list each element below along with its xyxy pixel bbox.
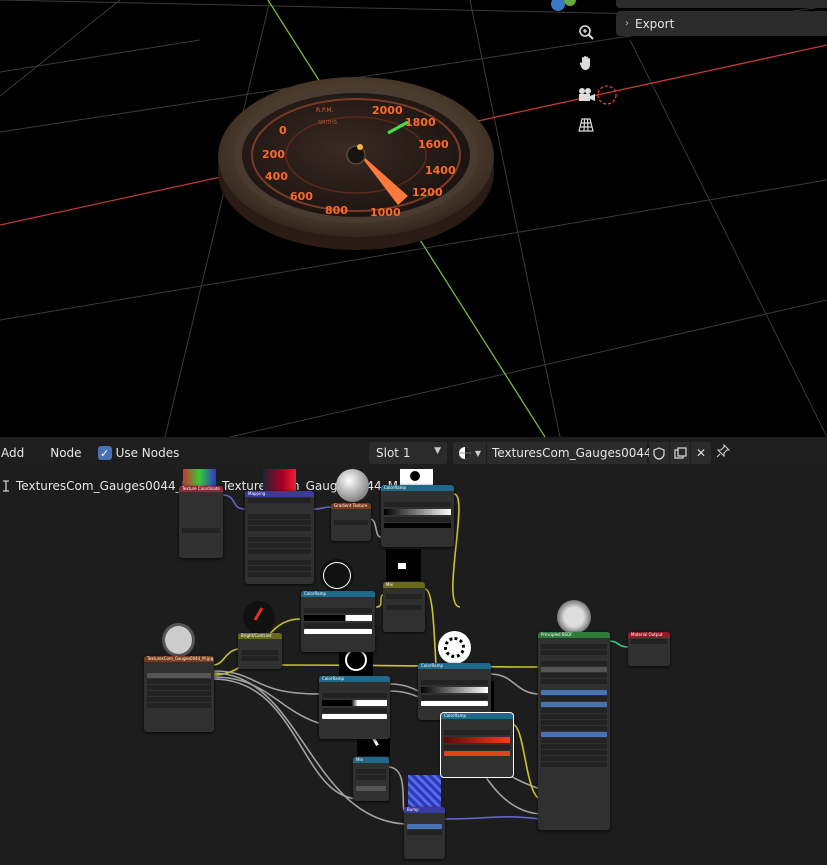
gauge-number-800: 800 [325, 204, 348, 217]
gauge-mask-thumb [438, 631, 471, 664]
grid-view-icon[interactable] [573, 112, 599, 138]
node-title: Bump [404, 807, 445, 813]
node-title: Mix [353, 757, 389, 763]
node-mapping[interactable]: Mapping [245, 491, 314, 584]
node-title: Gradient Texture [331, 503, 371, 509]
link-float [387, 766, 406, 813]
node-mix[interactable]: Mix [383, 582, 425, 632]
gauge-mask-thumb [320, 559, 354, 592]
sidebar-panel-collapsed[interactable] [616, 0, 827, 8]
gauge-label-sub: SMITHS [318, 120, 337, 126]
link-float [489, 673, 541, 695]
material-browse-button[interactable]: ▼ [453, 442, 486, 464]
node-title: ColorRamp [301, 591, 375, 597]
node-colorramp-4[interactable]: ColorRamp [418, 663, 491, 720]
node-title: Texture Coordinate [179, 486, 223, 492]
texture-preview-thumb [263, 469, 296, 491]
node-title: Bright/Contrast [238, 633, 282, 639]
link-normal [443, 815, 541, 820]
chevron-right-icon: › [625, 18, 629, 29]
node-title: TexturesCom_Gauges0044_M.jpg [144, 656, 214, 662]
gauge-number-1000: 1000 [370, 206, 401, 219]
gauge-number-2000: 2000 [372, 104, 403, 117]
link-vector [221, 494, 246, 510]
zoom-icon[interactable] [573, 19, 599, 45]
node-title: ColorRamp [319, 676, 390, 682]
gauge-number-600: 600 [290, 190, 313, 203]
color-ramp-bar[interactable] [304, 615, 372, 621]
material-preview-thumb [557, 600, 591, 634]
checkbox-checked-icon[interactable]: ✓ [97, 446, 112, 460]
fake-user-shield-icon[interactable] [649, 442, 669, 464]
node-colorramp-1[interactable]: ColorRamp [381, 485, 454, 547]
color-ramp-bar[interactable] [444, 737, 510, 743]
node-colorramp-3[interactable]: ColorRamp [319, 676, 390, 739]
link-float [369, 518, 382, 538]
color-ramp-bar[interactable] [384, 509, 451, 515]
color-ramp-bar[interactable] [322, 700, 387, 706]
node-editor-header: Add Node ✓ Use Nodes Slot 1 ▼ ▼ Textures… [0, 437, 827, 469]
node-material-output[interactable]: Material Output [628, 632, 670, 666]
gauge-number-0: 0 [279, 124, 287, 137]
node-texture-coordinate[interactable]: Texture Coordinate [179, 486, 223, 558]
node-canvas[interactable]: TexturesCom_Gauges0044_M TexturesCom_Gau… [0, 469, 827, 865]
gauge-label-rpm: R.P.M. [316, 107, 334, 114]
sphere-preview-thumb [336, 469, 369, 502]
hand-pan-icon[interactable] [573, 50, 599, 76]
slot-value: Slot 1 [376, 446, 411, 460]
gizmo-axis-ball [551, 0, 565, 11]
node-gradient-texture[interactable]: Gradient Texture [331, 503, 371, 541]
color-ramp-bar[interactable] [421, 687, 488, 693]
node-title: ColorRamp [381, 485, 454, 491]
menu-add[interactable]: Add [1, 446, 32, 460]
export-panel-header[interactable]: › Export [616, 11, 827, 36]
3d-viewport[interactable]: 0 200 400 600 800 1000 1200 1400 1600 18… [0, 0, 827, 437]
node-bump[interactable]: Bump [404, 807, 445, 859]
node-colorramp-2[interactable]: ColorRamp [301, 591, 375, 652]
gauge-color-thumb [243, 601, 275, 634]
pin-icon[interactable] [716, 443, 731, 462]
use-nodes-label: Use Nodes [115, 446, 180, 460]
bump-preview-thumb [408, 775, 441, 807]
node-title: Material Output [628, 632, 670, 638]
node-bright-contrast[interactable]: Bright/Contrast [238, 633, 282, 669]
menu-node[interactable]: Node [50, 446, 89, 460]
node-title: Mix [383, 582, 425, 588]
use-nodes-toggle[interactable]: ✓ Use Nodes [97, 446, 180, 460]
node-mix-2[interactable]: Mix [353, 757, 389, 801]
material-name-text: TexturesCom_Gauges0044_M [492, 446, 668, 460]
gauge-number-200: 200 [262, 148, 285, 161]
gauge-number-1800: 1800 [405, 116, 436, 129]
link-color [281, 664, 541, 668]
slot-dropdown[interactable]: Slot 1 ▼ [369, 442, 447, 464]
chevron-down-icon: ▼ [434, 446, 441, 456]
duplicate-material-icon[interactable] [670, 442, 690, 464]
gauge-number-1400: 1400 [425, 164, 456, 177]
node-title: Mapping [245, 491, 314, 497]
chevron-down-icon: ▼ [474, 448, 482, 458]
node-title: ColorRamp [418, 663, 491, 669]
node-principled-bsdf[interactable]: Principled BSDF [538, 632, 610, 830]
gauge-number-1200: 1200 [412, 186, 443, 199]
node-title: Principled BSDF [538, 632, 610, 638]
unlink-material-close-icon[interactable]: ✕ [691, 442, 711, 464]
export-label: Export [635, 16, 675, 31]
material-sphere-icon [458, 447, 471, 459]
material-name-field[interactable]: TexturesCom_Gauges0044_M [487, 442, 668, 464]
gizmo-axis-ball [564, 0, 576, 6]
camera-lock-ring-icon [597, 85, 617, 105]
link-shader [608, 640, 630, 648]
mask-preview-thumb [386, 549, 421, 581]
node-image-texture[interactable]: TexturesCom_Gauges0044_M.jpg [144, 656, 214, 732]
node-colorramp-5-selected[interactable]: ColorRamp [440, 712, 514, 778]
node-title: ColorRamp [441, 713, 513, 719]
gauge-image-thumb [162, 623, 195, 657]
object-origin [357, 144, 363, 150]
gauge-model: 0 200 400 600 800 1000 1200 1400 1600 18… [218, 77, 494, 250]
link-color [212, 648, 241, 666]
viewport-scene: 0 200 400 600 800 1000 1200 1400 1600 18… [0, 0, 827, 437]
gauge-number-400: 400 [265, 170, 288, 183]
gauge-number-1600: 1600 [418, 138, 449, 151]
